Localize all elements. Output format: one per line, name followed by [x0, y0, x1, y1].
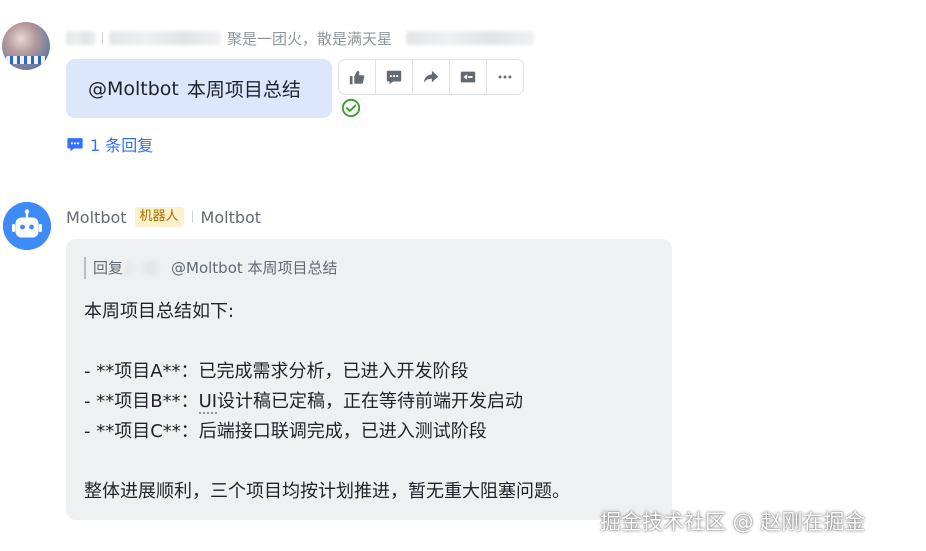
- blurred-department: [406, 31, 535, 45]
- summary-intro: 本周项目总结如下:: [84, 301, 235, 322]
- quote-prefix: 回复: [93, 259, 124, 277]
- thumbs-up-icon: [349, 70, 365, 85]
- header-divider: [191, 211, 193, 223]
- bot-badge: 机器人: [134, 207, 184, 227]
- check-circle-icon: [341, 98, 361, 118]
- spellcheck-word: UI: [198, 391, 218, 414]
- user-signature: 聚是一团火，散是满天星: [227, 29, 393, 48]
- bot-message-header: Moltbot 机器人 Moltbot: [66, 206, 261, 228]
- more-icon: [498, 75, 512, 79]
- forward-icon: [423, 70, 439, 83]
- bot-avatar[interactable]: [3, 202, 51, 250]
- bot-message-bubble[interactable]: 回复 @Moltbot 本周项目总结 本周项目总结如下: - **项目A**：已…: [66, 239, 672, 520]
- bot-message-text: 本周项目总结如下: - **项目A**：已完成需求分析，已进入开发阶段 - **…: [84, 297, 654, 507]
- robot-icon: [3, 202, 51, 250]
- comment-icon: [386, 70, 402, 85]
- site-watermark: 掘金技术社区 @ 赵刚在掘金: [600, 510, 866, 534]
- forward-button[interactable]: [413, 60, 450, 94]
- user-message-bubble[interactable]: @Moltbot 本周项目总结: [66, 59, 332, 118]
- mention-moltbot[interactable]: @Moltbot: [88, 78, 179, 100]
- summary-item: - **项目C**：后端接口联调完成，已进入测试阶段: [84, 421, 487, 442]
- user-message-header: 聚是一团火，散是满天星: [66, 28, 535, 48]
- quote-button[interactable]: [450, 60, 487, 94]
- thread-replies-link[interactable]: 1 条回复: [66, 133, 153, 155]
- summary-item: - **项目B**：UI设计稿已定稿，正在等待前端开发启动: [84, 391, 524, 414]
- user-message-text: 本周项目总结: [186, 79, 301, 101]
- summary-conclusion: 整体进展顺利，三个项目均按计划推进，暂无重大阻塞问题。: [84, 481, 570, 502]
- summary-item: - **项目A**：已完成需求分析，已进入开发阶段: [84, 361, 469, 382]
- reply-button[interactable]: [376, 60, 413, 94]
- user-avatar[interactable]: [2, 22, 50, 70]
- message-action-toolbar: [338, 59, 524, 95]
- reply-count-label: 1 条回复: [90, 136, 154, 155]
- quote-icon: [460, 71, 476, 83]
- header-divider: [102, 32, 103, 44]
- bot-source: Moltbot: [200, 207, 262, 227]
- blurred-user-name: [66, 31, 96, 45]
- thread-comment-icon: [67, 138, 83, 152]
- quote-text: @Moltbot 本周项目总结: [171, 259, 338, 277]
- bot-name[interactable]: Moltbot: [66, 208, 127, 227]
- quoted-reply[interactable]: 回复 @Moltbot 本周项目总结: [84, 257, 654, 279]
- like-button[interactable]: [339, 60, 376, 94]
- more-button[interactable]: [487, 60, 523, 94]
- blurred-quoted-user: [125, 261, 164, 275]
- blurred-user-name: [109, 31, 221, 45]
